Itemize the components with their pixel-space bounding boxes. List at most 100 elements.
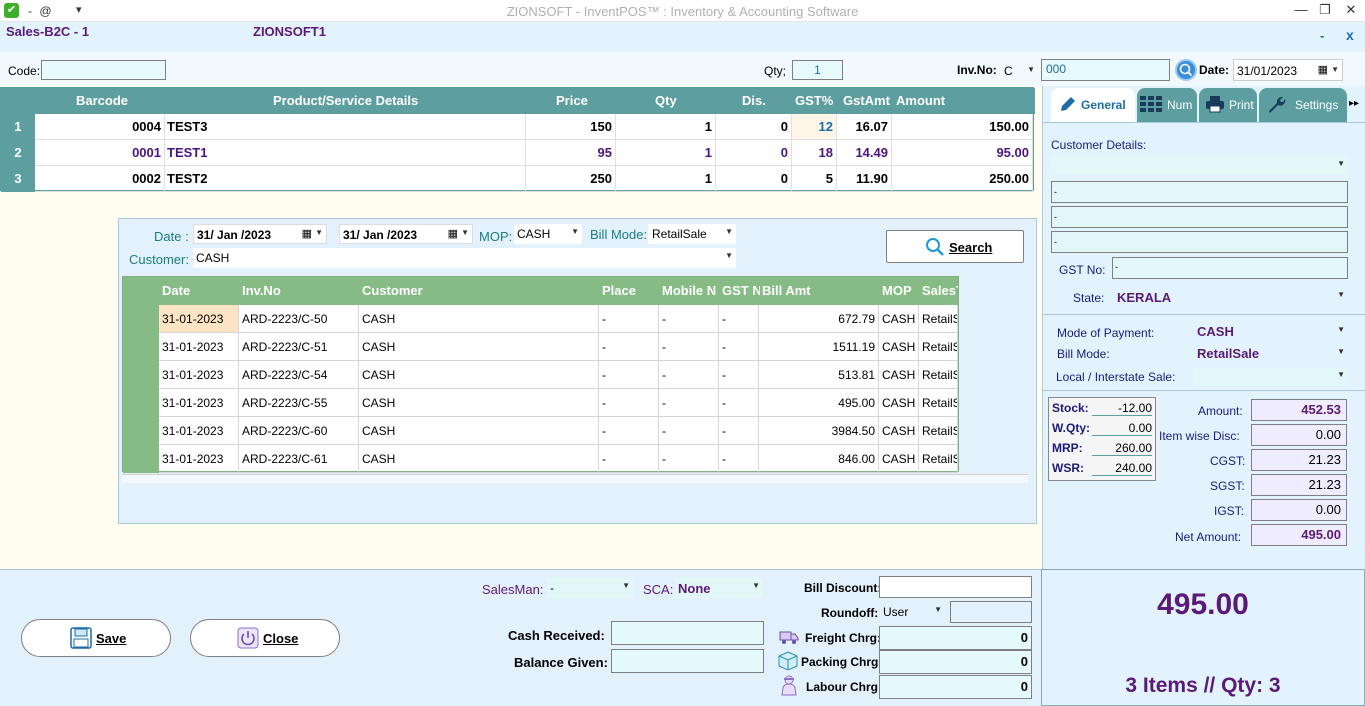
cell-price[interactable]: 250 xyxy=(526,166,616,192)
tab-num[interactable]: Num xyxy=(1137,88,1197,122)
cell-mobile: - xyxy=(659,389,719,417)
details-panel: General Num Print Settings ▸▸ Customer D… xyxy=(1042,86,1365,569)
bill-row[interactable]: 31-01-2023 ARD-2223/C-51 CASH - - - 1511… xyxy=(123,333,958,361)
bills-grid-scrollbar[interactable] xyxy=(122,474,1028,483)
cell-gst[interactable]: 18 xyxy=(792,140,837,166)
cell-qty[interactable]: 1 xyxy=(616,166,716,192)
gst-no-input[interactable]: - xyxy=(1112,257,1348,279)
date-to-value: 31/ Jan /2023 xyxy=(343,228,418,242)
row-selector[interactable] xyxy=(123,305,159,333)
bill-discount-input[interactable] xyxy=(879,576,1032,598)
cell-mobile: - xyxy=(659,417,719,445)
tab-settings[interactable]: Settings xyxy=(1259,88,1347,122)
sca-value: None xyxy=(678,581,711,596)
mop-select[interactable]: CASH ▼ xyxy=(1193,322,1348,340)
cell-gst[interactable]: 12 xyxy=(792,114,837,140)
billmode-select[interactable]: RetailSale ▼ xyxy=(1193,344,1348,362)
roundoff-input[interactable] xyxy=(950,601,1032,623)
address-line-1[interactable]: - xyxy=(1051,181,1348,203)
row-selector[interactable] xyxy=(123,445,159,473)
cell-invno: ARD-2223/C-50 xyxy=(239,305,359,333)
salesman-select[interactable]: - ▼ xyxy=(547,578,633,598)
mop-value: CASH xyxy=(1197,324,1234,339)
bill-row[interactable]: 31-01-2023 ARD-2223/C-55 CASH - - - 495.… xyxy=(123,389,958,417)
cell-qty[interactable]: 1 xyxy=(616,140,716,166)
labour-input[interactable]: 0 xyxy=(879,675,1032,699)
date-from-picker[interactable]: 31/ Jan /2023 ▦ ▼ xyxy=(193,224,327,244)
row-selector[interactable] xyxy=(123,361,159,389)
cell-price[interactable]: 150 xyxy=(526,114,616,140)
sca-select[interactable]: None ▼ xyxy=(675,578,763,598)
cell-qty[interactable]: 1 xyxy=(616,114,716,140)
date-from-value: 31/ Jan /2023 xyxy=(197,228,272,242)
invno-input[interactable]: 000 xyxy=(1041,59,1170,81)
billmode-select[interactable]: RetailSale ▼ xyxy=(648,224,736,244)
mop-select[interactable]: CASH ▼ xyxy=(514,224,582,244)
address-line-2[interactable]: - xyxy=(1051,206,1348,228)
close-button[interactable]: Close xyxy=(190,619,340,657)
code-input[interactable] xyxy=(41,60,166,80)
customer-select[interactable]: CASH ▼ xyxy=(193,248,736,268)
cash-received-input[interactable] xyxy=(611,621,764,645)
cell-mop: CASH xyxy=(879,305,919,333)
cell-dis[interactable]: 0 xyxy=(716,166,792,192)
bills-grid-header: Date Inv.No Customer Place Mobile N GST … xyxy=(123,277,958,305)
package-icon xyxy=(778,651,798,671)
bill-row[interactable]: 31-01-2023 ARD-2223/C-50 CASH - - - 672.… xyxy=(123,305,958,333)
search-invoice-icon[interactable] xyxy=(1175,59,1197,81)
form-minimize-button[interactable]: - xyxy=(1320,28,1324,43)
row-selector[interactable] xyxy=(123,389,159,417)
chevron-down-icon: ▼ xyxy=(725,251,733,260)
cell-barcode[interactable]: 0004 xyxy=(35,114,165,140)
address-line-3[interactable]: - xyxy=(1051,231,1348,253)
cell-dis[interactable]: 0 xyxy=(716,114,792,140)
stock-info-box: Stock: -12.00 W.Qty: 0.00 MRP: 260.00 WS… xyxy=(1048,397,1156,481)
item-row[interactable]: 1 0004 TEST3 150 1 0 12 16.07 150.00 xyxy=(1,114,1033,140)
customer-details-label: Customer Details: xyxy=(1051,138,1147,152)
cell-mobile: - xyxy=(659,361,719,389)
cell-product[interactable]: TEST2 xyxy=(165,166,526,192)
row-selector[interactable] xyxy=(123,417,159,445)
bill-row[interactable]: 31-01-2023 ARD-2223/C-54 CASH - - - 513.… xyxy=(123,361,958,389)
cell-dis[interactable]: 0 xyxy=(716,140,792,166)
packing-input[interactable]: 0 xyxy=(879,650,1032,674)
cell-gst[interactable]: 5 xyxy=(792,166,837,192)
cell-barcode[interactable]: 0002 xyxy=(35,166,165,192)
state-select[interactable]: KERALA ▼ xyxy=(1113,287,1348,307)
col-salestype: SalesT xyxy=(922,283,958,298)
roundoff-mode-select[interactable]: User ▼ xyxy=(879,602,945,622)
tab-print[interactable]: Print xyxy=(1199,88,1257,122)
mrp-value: 260.00 xyxy=(1092,441,1152,456)
date-picker[interactable]: 31/01/2023 ▦ ▼ xyxy=(1233,59,1343,81)
cell-customer: CASH xyxy=(359,445,599,473)
close-window-button[interactable]: ✕ xyxy=(1342,2,1360,18)
date-to-picker[interactable]: 31/ Jan /2023 ▦ ▼ xyxy=(339,224,473,244)
save-button[interactable]: Save xyxy=(21,619,171,657)
cell-amount: 95.00 xyxy=(892,140,1033,166)
footer-panel: Save Close SalesMan: - ▼ SCA: None ▼ Cas… xyxy=(0,569,1041,706)
search-button[interactable]: Search xyxy=(886,230,1024,263)
cell-invno: ARD-2223/C-60 xyxy=(239,417,359,445)
bill-row[interactable]: 31-01-2023 ARD-2223/C-61 CASH - - - 846.… xyxy=(123,445,958,473)
invno-prefix-select[interactable]: C ▼ xyxy=(1000,60,1038,82)
cell-product[interactable]: TEST1 xyxy=(165,140,526,166)
cell-mop: CASH xyxy=(879,417,919,445)
restore-window-button[interactable]: ❐ xyxy=(1316,2,1334,18)
form-close-button[interactable]: x xyxy=(1346,27,1354,43)
minimize-window-button[interactable]: — xyxy=(1292,2,1310,18)
cell-barcode[interactable]: 0001 xyxy=(35,140,165,166)
balance-given-input[interactable] xyxy=(611,649,764,673)
item-row[interactable]: 3 0002 TEST2 250 1 0 5 11.90 250.00 xyxy=(1,166,1033,192)
cell-product[interactable]: TEST3 xyxy=(165,114,526,140)
customer-details-select[interactable]: ▼ xyxy=(1051,156,1348,174)
qty-input[interactable]: 1 xyxy=(792,60,843,80)
item-row[interactable]: 2 0001 TEST1 95 1 0 18 14.49 95.00 xyxy=(1,140,1033,166)
freight-input[interactable]: 0 xyxy=(879,626,1032,650)
local-interstate-select[interactable]: ▼ xyxy=(1193,367,1348,385)
more-tabs-button[interactable]: ▸▸ xyxy=(1349,98,1359,109)
bill-row[interactable]: 31-01-2023 ARD-2223/C-60 CASH - - - 3984… xyxy=(123,417,958,445)
row-selector[interactable] xyxy=(123,333,159,361)
tab-general[interactable]: General xyxy=(1051,88,1135,122)
form-title: Sales-B2C - 1 xyxy=(6,24,90,39)
cell-price[interactable]: 95 xyxy=(526,140,616,166)
